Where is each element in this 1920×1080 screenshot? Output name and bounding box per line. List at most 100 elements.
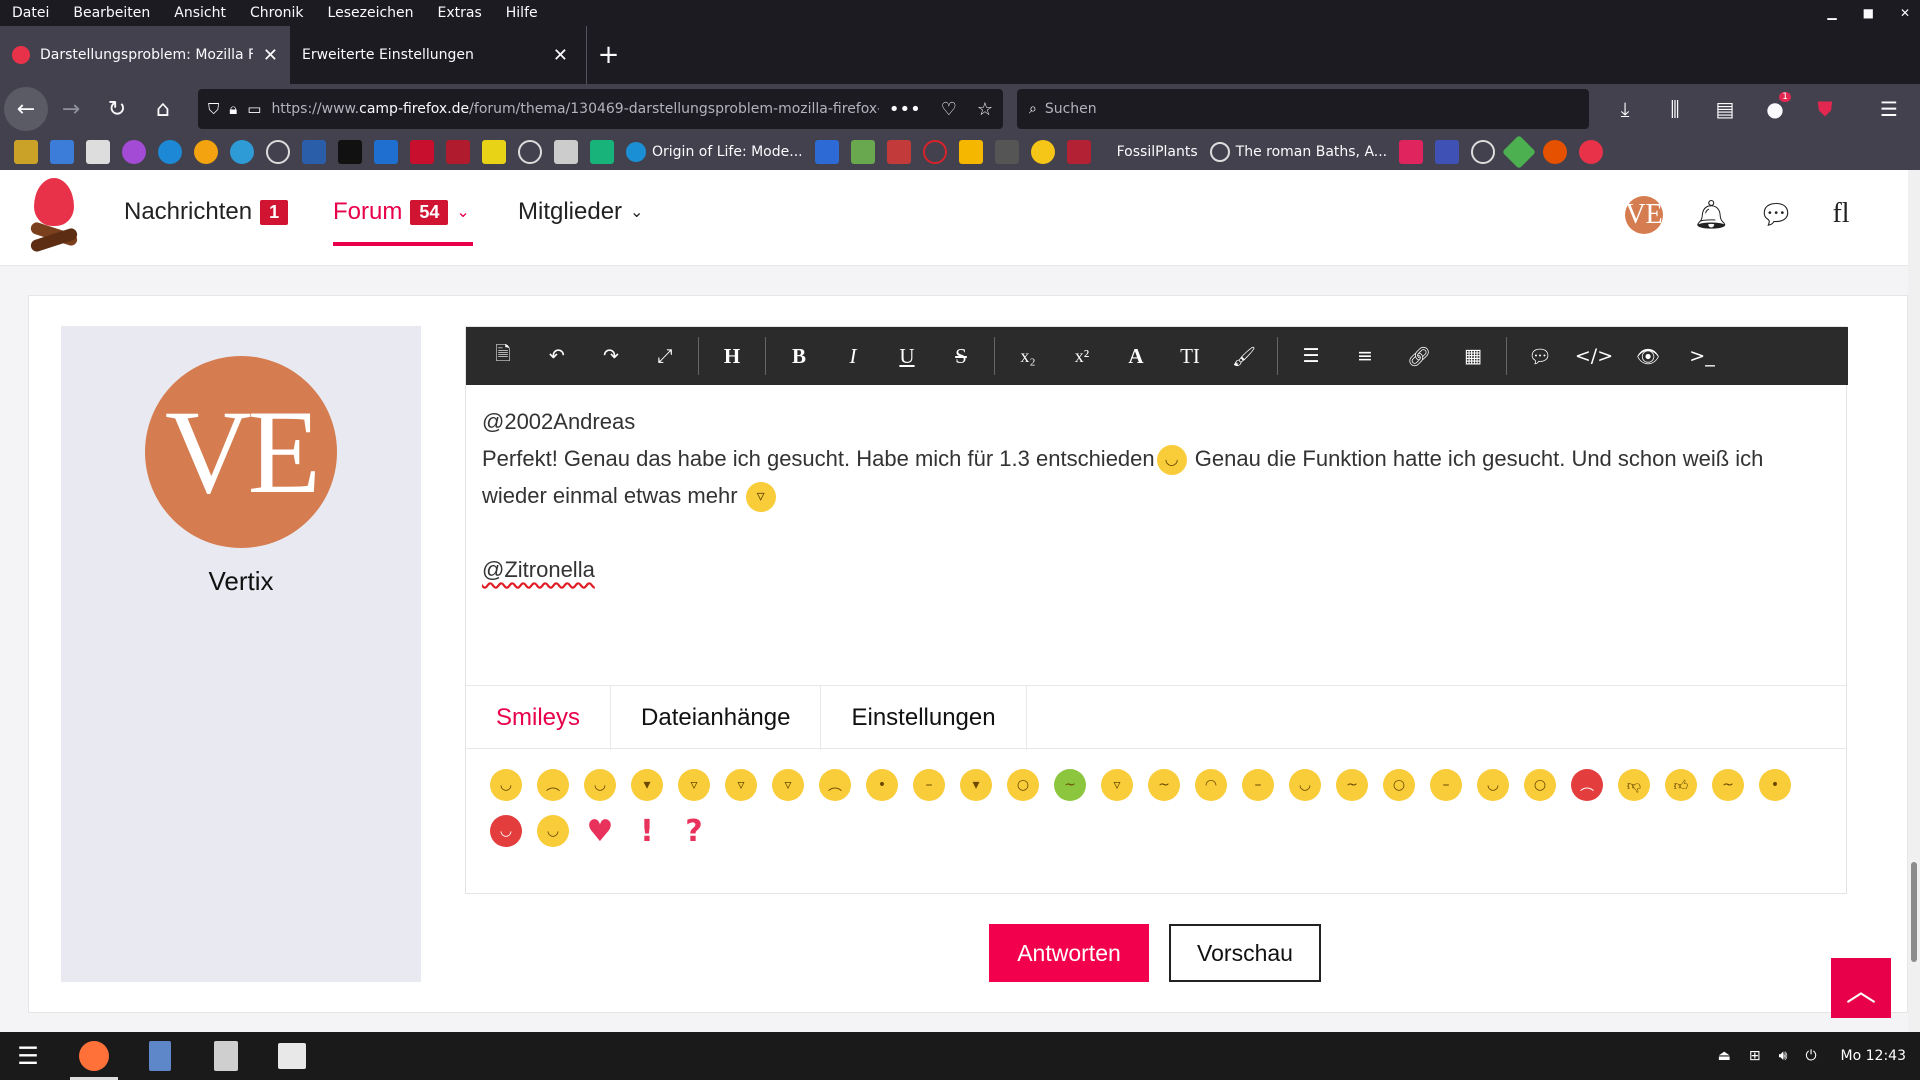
upside-down-emoji-icon[interactable]: ◠: [1195, 769, 1227, 801]
nav-mitglieder[interactable]: Mitglieder ⌄: [518, 198, 643, 226]
subscript-icon[interactable]: x₂: [1001, 327, 1055, 385]
url-bar[interactable]: ⛉ 🔒︎ ▭ https://www.camp-firefox.de/forum…: [198, 89, 1003, 129]
search-bar[interactable]: ⌕ Suchen: [1017, 89, 1589, 129]
globe-icon[interactable]: [1471, 140, 1496, 164]
heart-eyes-emoji-icon[interactable]: ◡: [1477, 769, 1509, 801]
bookmark-icon[interactable]: [1399, 140, 1424, 164]
back-button[interactable]: ←: [4, 87, 48, 131]
thumbs-up-icon[interactable]: 👍︎: [1665, 769, 1697, 801]
bookmark-icon[interactable]: [122, 140, 146, 164]
minimize-icon[interactable]: ▁: [1827, 6, 1836, 20]
extension-flag-icon[interactable]: ● 1: [1757, 91, 1793, 127]
preview-button[interactable]: Vorschau: [1169, 924, 1321, 982]
undo-icon[interactable]: ↶: [530, 327, 584, 385]
wink-emoji-icon[interactable]: ◡: [584, 769, 616, 801]
nav-nachrichten[interactable]: Nachrichten 1: [124, 198, 289, 226]
heading-icon[interactable]: H: [705, 327, 759, 385]
firefox-icon[interactable]: [66, 1032, 122, 1080]
tab-smileys[interactable]: Smileys: [466, 686, 612, 750]
downloads-icon[interactable]: ⤓: [1607, 91, 1643, 127]
grin-emoji-icon[interactable]: ▿: [678, 769, 710, 801]
quote-bubble-icon[interactable]: 💬︎: [1513, 327, 1567, 385]
tired-emoji-icon[interactable]: ▿: [1101, 769, 1133, 801]
sunglasses-emoji-icon[interactable]: ◡: [1289, 769, 1321, 801]
menu-ansicht[interactable]: Ansicht: [162, 5, 238, 21]
tab-darstellungsproblem[interactable]: Darstellungsproblem: Mozilla Firefox ✕: [0, 26, 290, 84]
author-avatar[interactable]: VE: [145, 356, 337, 548]
volume-icon[interactable]: 🔊︎: [1779, 1048, 1788, 1064]
globe-icon[interactable]: [266, 140, 290, 164]
menu-datei[interactable]: Datei: [0, 5, 61, 21]
home-button[interactable]: ⌂: [140, 86, 186, 132]
bookmark-icon[interactable]: [374, 140, 398, 164]
shocked-emoji-icon[interactable]: ○: [1007, 769, 1039, 801]
forward-button[interactable]: →: [48, 86, 94, 132]
hamburger-menu-icon[interactable]: ☰: [1871, 91, 1907, 127]
exclamation-icon[interactable]: !: [631, 814, 663, 849]
underline-icon[interactable]: U: [880, 327, 934, 385]
menu-lesezeichen[interactable]: Lesezeichen: [316, 5, 426, 21]
source-document-icon[interactable]: 🗎︎: [476, 327, 530, 385]
file-cabinet-icon[interactable]: [132, 1032, 188, 1080]
bookmark-icon[interactable]: [1579, 140, 1604, 164]
bookmark-icon[interactable]: [50, 140, 74, 164]
bookmark-icon[interactable]: [194, 140, 218, 164]
close-tab-icon[interactable]: ✕: [263, 45, 278, 66]
bookmark-icon[interactable]: [338, 140, 362, 164]
terminal-icon[interactable]: >_: [1675, 327, 1729, 385]
laugh-emoji-icon[interactable]: ▿: [725, 769, 757, 801]
bookmark-icon[interactable]: [814, 140, 839, 164]
bell-icon[interactable]: 🔔︎: [1689, 192, 1733, 236]
bookmark-icon[interactable]: [410, 140, 434, 164]
bookmark-icon[interactable]: [1435, 140, 1460, 164]
menu-chronik[interactable]: Chronik: [238, 5, 316, 21]
more-icon[interactable]: fl: [1819, 192, 1863, 236]
dizzy-emoji-icon[interactable]: ~: [1712, 769, 1744, 801]
bookmark-icon[interactable]: [446, 140, 470, 164]
menu-hilfe[interactable]: Hilfe: [494, 5, 550, 21]
list-icon[interactable]: ☰: [1284, 327, 1338, 385]
tab-einstellungen[interactable]: Einstellungen: [821, 686, 1027, 750]
link-icon[interactable]: 🔗︎: [1392, 327, 1446, 385]
user-avatar[interactable]: VE: [1625, 196, 1663, 234]
lock-icon[interactable]: 🔒︎: [229, 100, 237, 118]
thinking-emoji-icon[interactable]: ~: [1148, 769, 1180, 801]
surprised-emoji-icon[interactable]: ○: [1383, 769, 1415, 801]
superscript-icon[interactable]: x²: [1055, 327, 1109, 385]
shield-icon[interactable]: ⛉: [208, 100, 219, 118]
table-icon[interactable]: ▦: [1446, 327, 1500, 385]
globe-icon[interactable]: [518, 140, 542, 164]
reply-button[interactable]: Antworten: [989, 924, 1149, 982]
chat-bubbles-icon[interactable]: 💬︎: [1754, 192, 1798, 236]
align-icon[interactable]: ≡: [1338, 327, 1392, 385]
strikethrough-icon[interactable]: S: [934, 327, 988, 385]
sad-emoji-icon[interactable]: ︵: [537, 769, 569, 801]
crying-emoji-icon[interactable]: ▿: [772, 769, 804, 801]
bookmark-icon[interactable]: [590, 140, 614, 164]
nav-forum[interactable]: Forum 54 ⌄: [333, 198, 470, 226]
bookmark-icon[interactable]: [958, 140, 983, 164]
bookmark-icon[interactable]: [994, 140, 1019, 164]
image-viewer-icon[interactable]: [264, 1032, 320, 1080]
smile-emoji-icon[interactable]: ◡: [490, 769, 522, 801]
close-window-icon[interactable]: ✕: [1900, 6, 1910, 20]
reload-button[interactable]: ↻: [94, 86, 140, 132]
author-name[interactable]: Vertix: [61, 566, 421, 597]
kiss-emoji-icon[interactable]: •: [866, 769, 898, 801]
unamused-emoji-icon[interactable]: –: [1242, 769, 1274, 801]
question-icon[interactable]: ?: [678, 814, 710, 849]
bookmark-star-icon[interactable]: ☆: [977, 99, 993, 120]
scrollbar-thumb[interactable]: [1911, 862, 1917, 962]
bold-icon[interactable]: B: [772, 327, 826, 385]
tongue-emoji-icon[interactable]: ▾: [631, 769, 663, 801]
ublock-icon[interactable]: ⛊: [1807, 91, 1843, 127]
bookmark-origin-of-life[interactable]: Origin of Life: Mode...: [626, 142, 803, 162]
neutral-emoji-icon[interactable]: –: [913, 769, 945, 801]
page-actions-icon[interactable]: •••: [889, 99, 921, 120]
page-scrollbar[interactable]: [1908, 170, 1920, 1032]
bookmark-icon[interactable]: [158, 140, 182, 164]
power-icon[interactable]: ⏻: [1805, 1048, 1816, 1064]
permissions-icon[interactable]: ▭: [247, 100, 261, 118]
bookmark-icon[interactable]: [1543, 140, 1568, 164]
astonished-emoji-icon[interactable]: ○: [1524, 769, 1556, 801]
